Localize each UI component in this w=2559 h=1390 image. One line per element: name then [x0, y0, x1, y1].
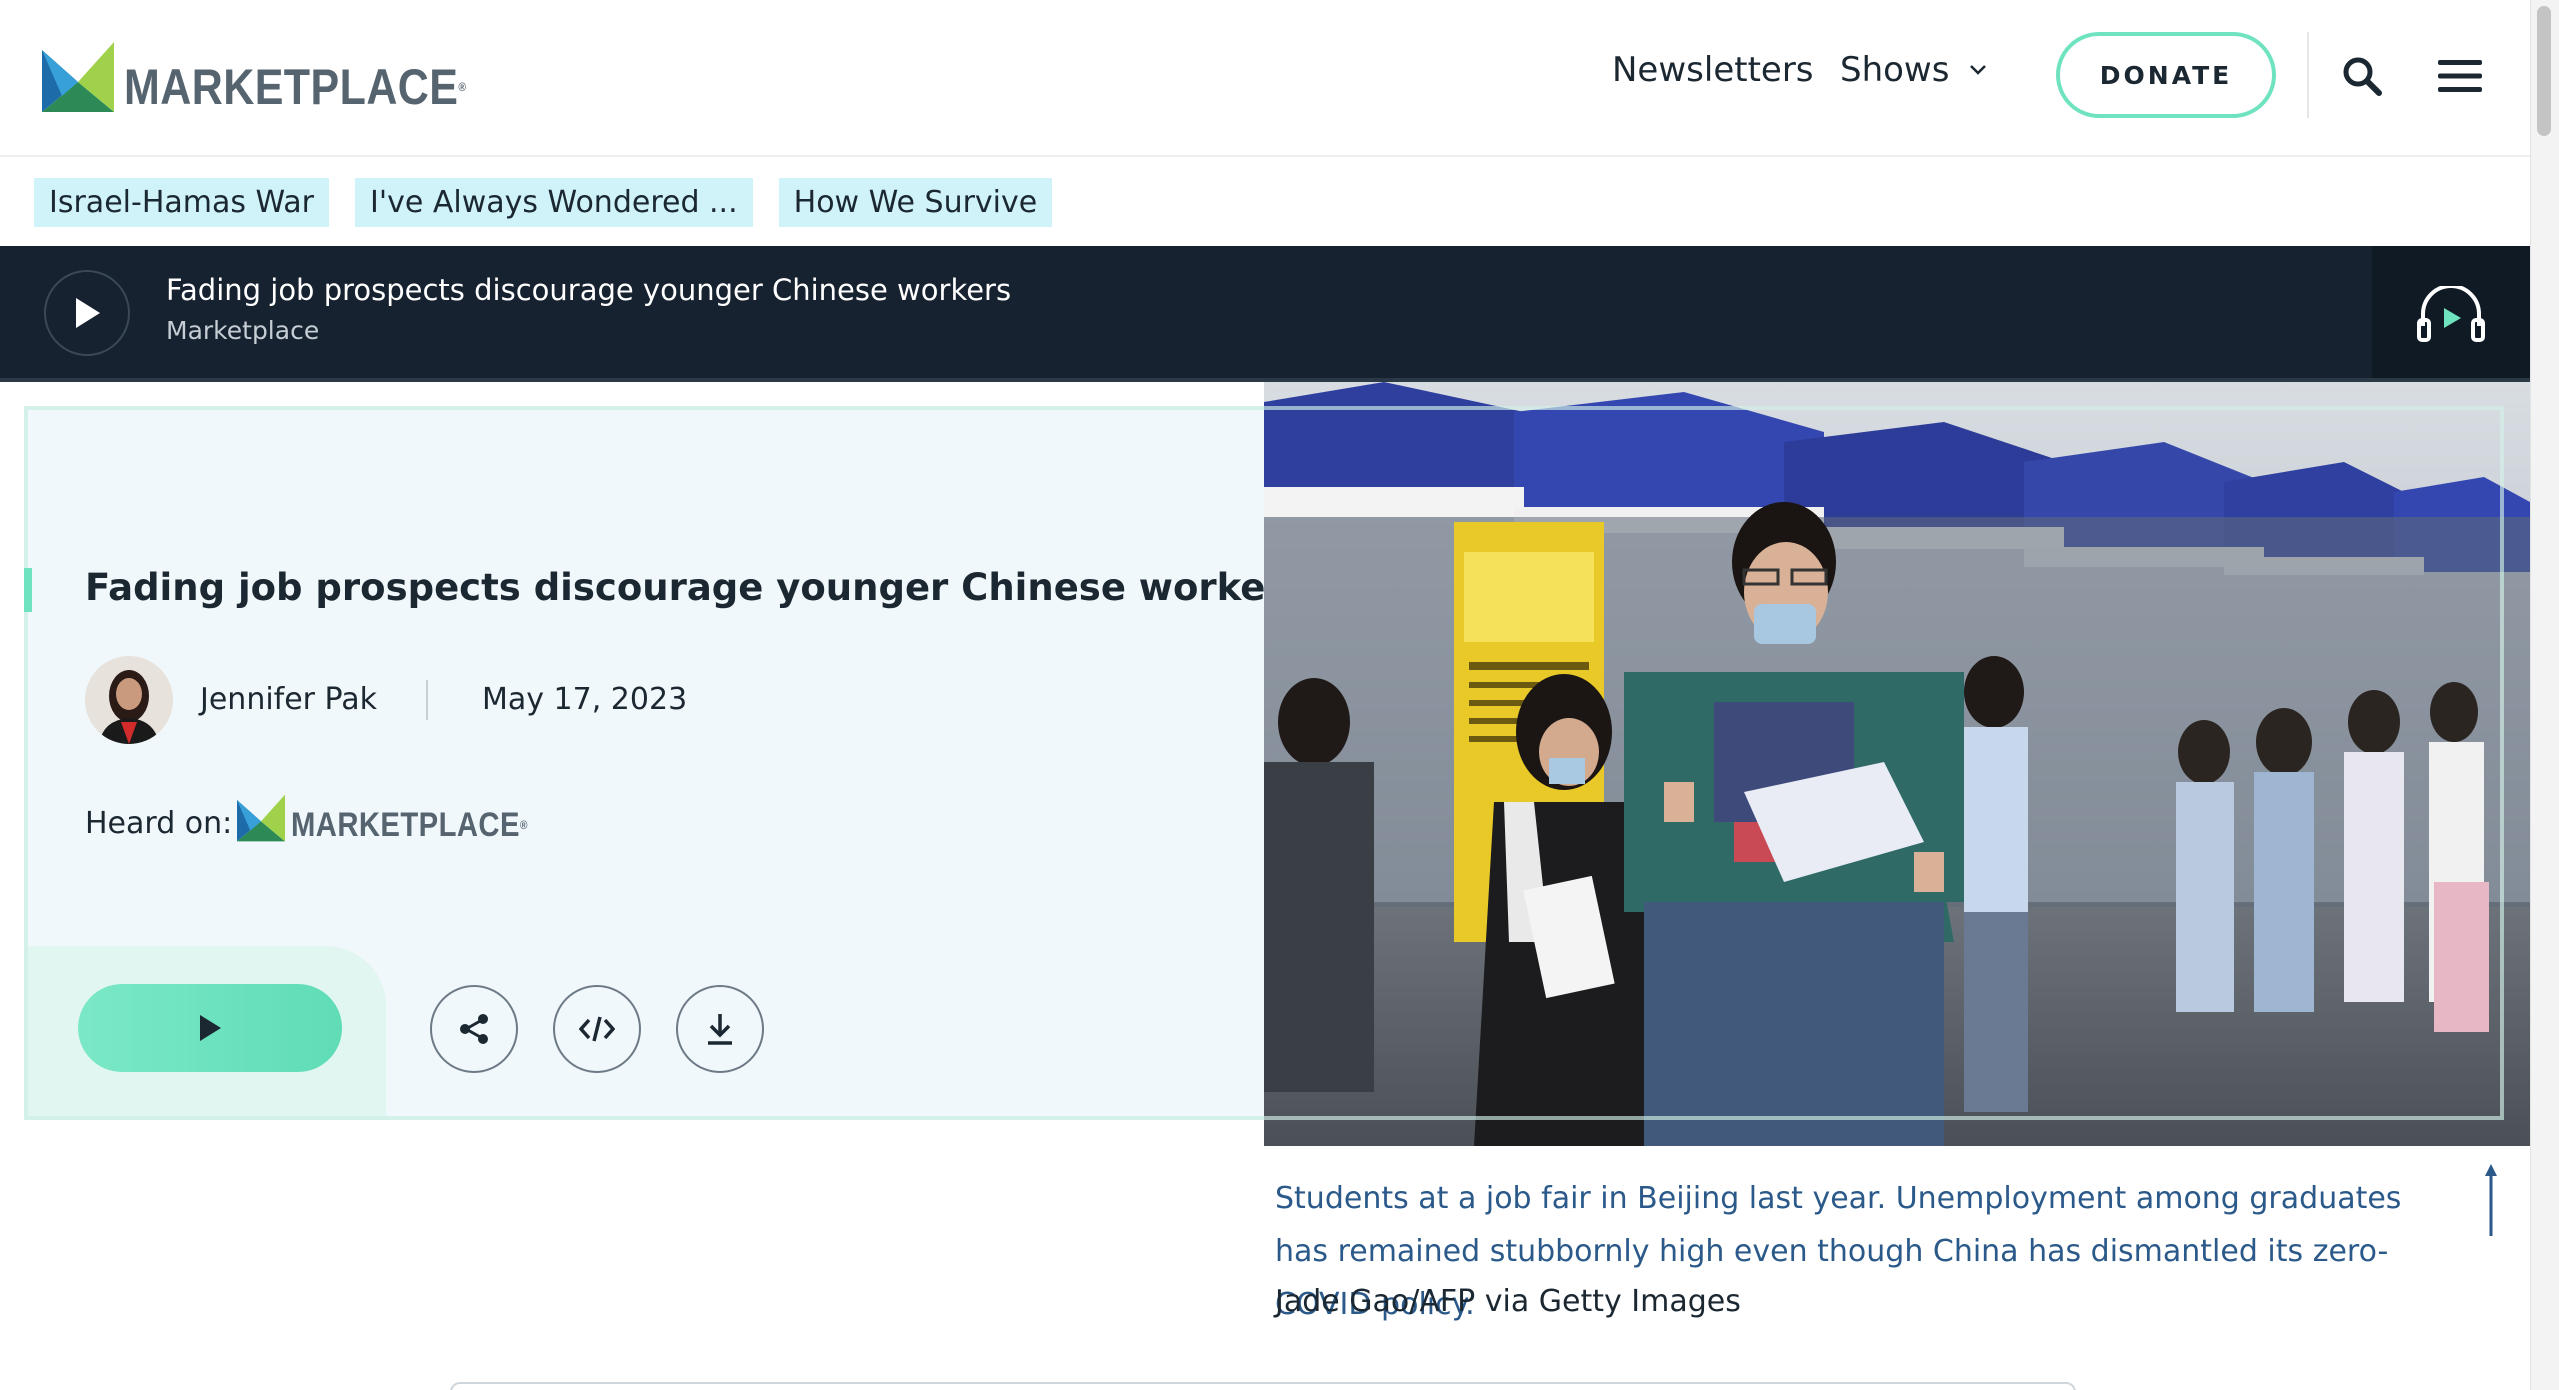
topic-tag[interactable]: I've Always Wondered ... [355, 178, 753, 227]
headline-accent-bar [24, 568, 32, 612]
headphones-play-icon [2417, 286, 2485, 342]
nav-shows-dropdown[interactable]: Shows [1840, 50, 1989, 90]
player-episode-title: Fading job prospects discourage younger … [166, 273, 1012, 307]
share-icon [460, 1014, 488, 1044]
publish-date: May 17, 2023 [482, 682, 688, 717]
nav-shows-label: Shows [1840, 50, 1950, 90]
player-listen-button[interactable] [2372, 246, 2530, 382]
search-icon[interactable] [2342, 56, 2382, 96]
author-name-link[interactable]: Jennifer Pak [200, 682, 377, 717]
meta-separator [426, 680, 428, 720]
arrow-up-icon[interactable] [2480, 1164, 2502, 1238]
story-hero-image [1264, 382, 2530, 1146]
hamburger-menu-icon[interactable] [2438, 58, 2482, 94]
next-content-card [450, 1382, 2076, 1390]
heard-on-show-logo[interactable]: MARKETPLACE® [237, 794, 567, 842]
heard-on-logo-text: MARKETPLACE® [291, 806, 528, 844]
chevron-down-icon [1970, 65, 1987, 75]
player-play-button[interactable] [44, 270, 130, 356]
audio-player-bar: Fading job prospects discourage younger … [0, 246, 2530, 382]
job-fair-photo [1264, 382, 2530, 1146]
share-button[interactable] [430, 985, 518, 1073]
donate-button[interactable]: DONATE [2056, 32, 2276, 118]
marketplace-logo-mark-icon [237, 794, 285, 842]
play-icon [200, 1015, 221, 1041]
download-icon [708, 1014, 732, 1045]
nav-newsletters[interactable]: Newsletters [1612, 50, 1814, 90]
play-icon [76, 298, 100, 328]
player-show-name: Marketplace [166, 316, 320, 345]
topic-tags: Israel-Hamas War I've Always Wondered ..… [34, 178, 1053, 227]
marketplace-logo-text: MARKETPLACE® [124, 59, 467, 115]
header-divider [2307, 32, 2309, 118]
topic-tag[interactable]: Israel-Hamas War [34, 178, 329, 227]
page-scrollbar[interactable] [2530, 0, 2559, 1390]
download-button[interactable] [676, 985, 764, 1073]
marketplace-logo[interactable]: MARKETPLACE® [42, 42, 522, 112]
story-headline: Fading job prospects discourage younger … [85, 566, 1306, 609]
embed-button[interactable] [553, 985, 641, 1073]
heard-on-label: Heard on: [85, 806, 233, 841]
marketplace-logo-mark-icon [42, 42, 114, 112]
image-credit: Jade Gao/AFP via Getty Images [1275, 1284, 1741, 1319]
topic-tag[interactable]: How We Survive [778, 178, 1053, 227]
scrollbar-thumb[interactable] [2537, 6, 2551, 136]
author-photo [85, 656, 173, 744]
story-play-button[interactable] [78, 984, 342, 1072]
author-avatar[interactable] [85, 656, 173, 744]
site-header: MARKETPLACE® Newsletters Shows DONATE [0, 0, 2530, 157]
embed-code-icon [579, 1016, 615, 1042]
